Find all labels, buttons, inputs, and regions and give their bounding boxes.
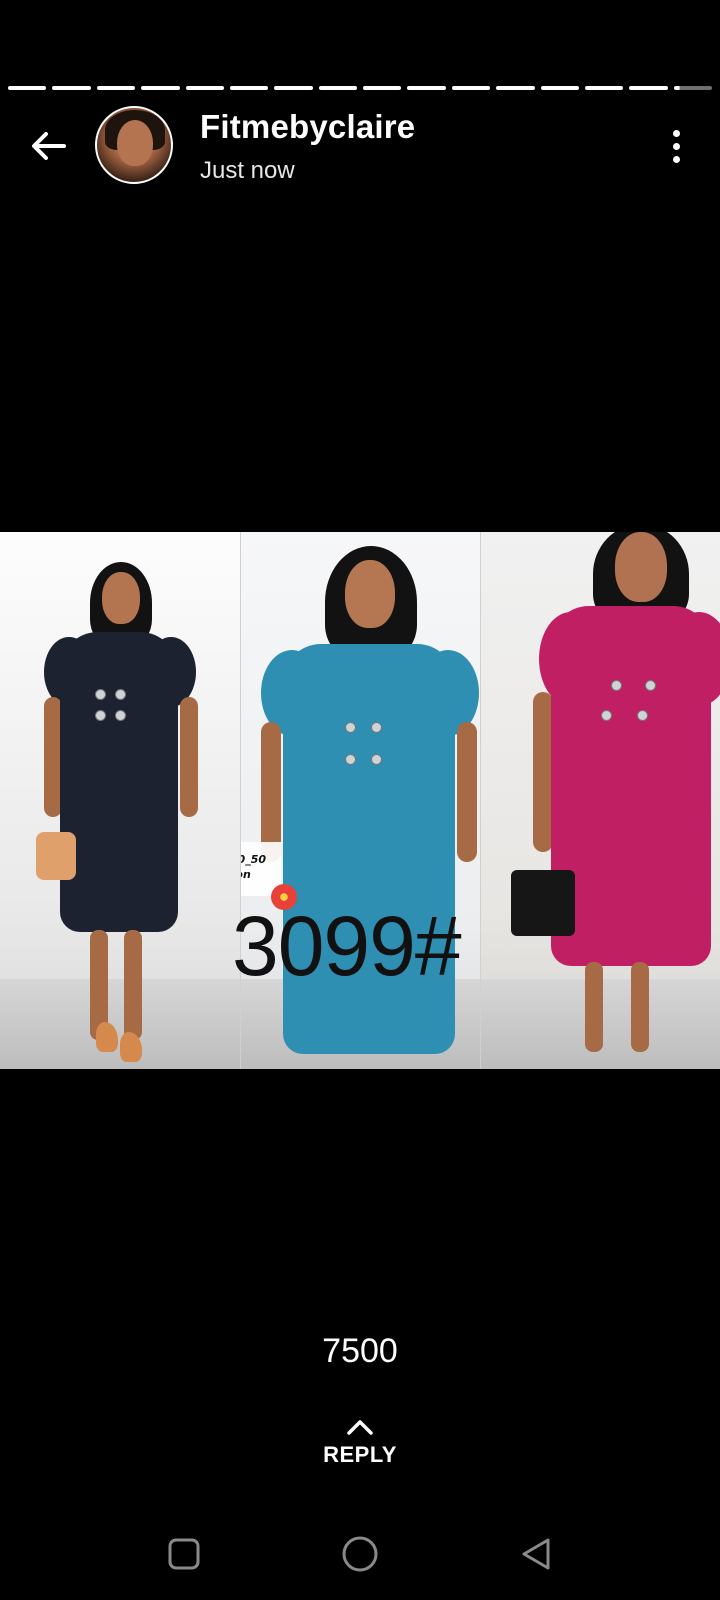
- progress-segment: [96, 86, 136, 90]
- reply-label: REPLY: [323, 1442, 397, 1467]
- progress-segment: [8, 86, 47, 90]
- progress-segment: [407, 86, 446, 90]
- progress-segment: [318, 86, 357, 90]
- progress-segment: [229, 86, 269, 90]
- more-vertical-icon: [672, 129, 680, 137]
- progress-segment: [673, 86, 712, 90]
- nav-back-icon: [522, 1538, 550, 1570]
- progress-segment: [52, 86, 91, 90]
- product-photo-magenta: [480, 532, 720, 1069]
- story-progress-bar: [8, 86, 712, 90]
- story-image: @Onyiio_50_50 Collection: [0, 532, 720, 1069]
- timestamp: Just now: [200, 157, 295, 184]
- progress-segment: [584, 86, 624, 90]
- system-navigation-bar: [0, 1518, 720, 1588]
- more-options-button[interactable]: [652, 122, 700, 170]
- progress-segment: [141, 86, 180, 90]
- back-button[interactable]: [22, 120, 74, 172]
- progress-segment: [629, 86, 668, 90]
- product-photo-navy: [0, 532, 240, 1069]
- chevron-up-icon: [347, 1420, 373, 1435]
- story-caption: 7500: [322, 1332, 398, 1370]
- collection-watermark: @Onyiio_50_50 Collection: [241, 842, 297, 910]
- back-arrow-icon: [32, 132, 66, 160]
- reply-button[interactable]: REPLY: [300, 1418, 420, 1488]
- product-code: 3099#: [232, 899, 462, 993]
- progress-segment: [540, 86, 579, 90]
- recent-apps-icon: [168, 1538, 200, 1570]
- progress-segment: [274, 86, 313, 90]
- avatar[interactable]: [95, 106, 173, 184]
- progress-segment: [185, 86, 224, 90]
- home-icon: [342, 1536, 378, 1572]
- progress-segment: [451, 86, 491, 90]
- nav-home-button[interactable]: [338, 1532, 382, 1576]
- nav-recent-button[interactable]: [162, 1532, 206, 1576]
- nav-back-button[interactable]: [514, 1532, 558, 1576]
- author-name[interactable]: Fitmebyclaire: [200, 108, 415, 146]
- progress-segment: [363, 86, 402, 90]
- progress-segment: [496, 86, 535, 90]
- status-viewer: Fitmebyclaire Just now 0_50 n 3099# 7500…: [0, 0, 720, 1600]
